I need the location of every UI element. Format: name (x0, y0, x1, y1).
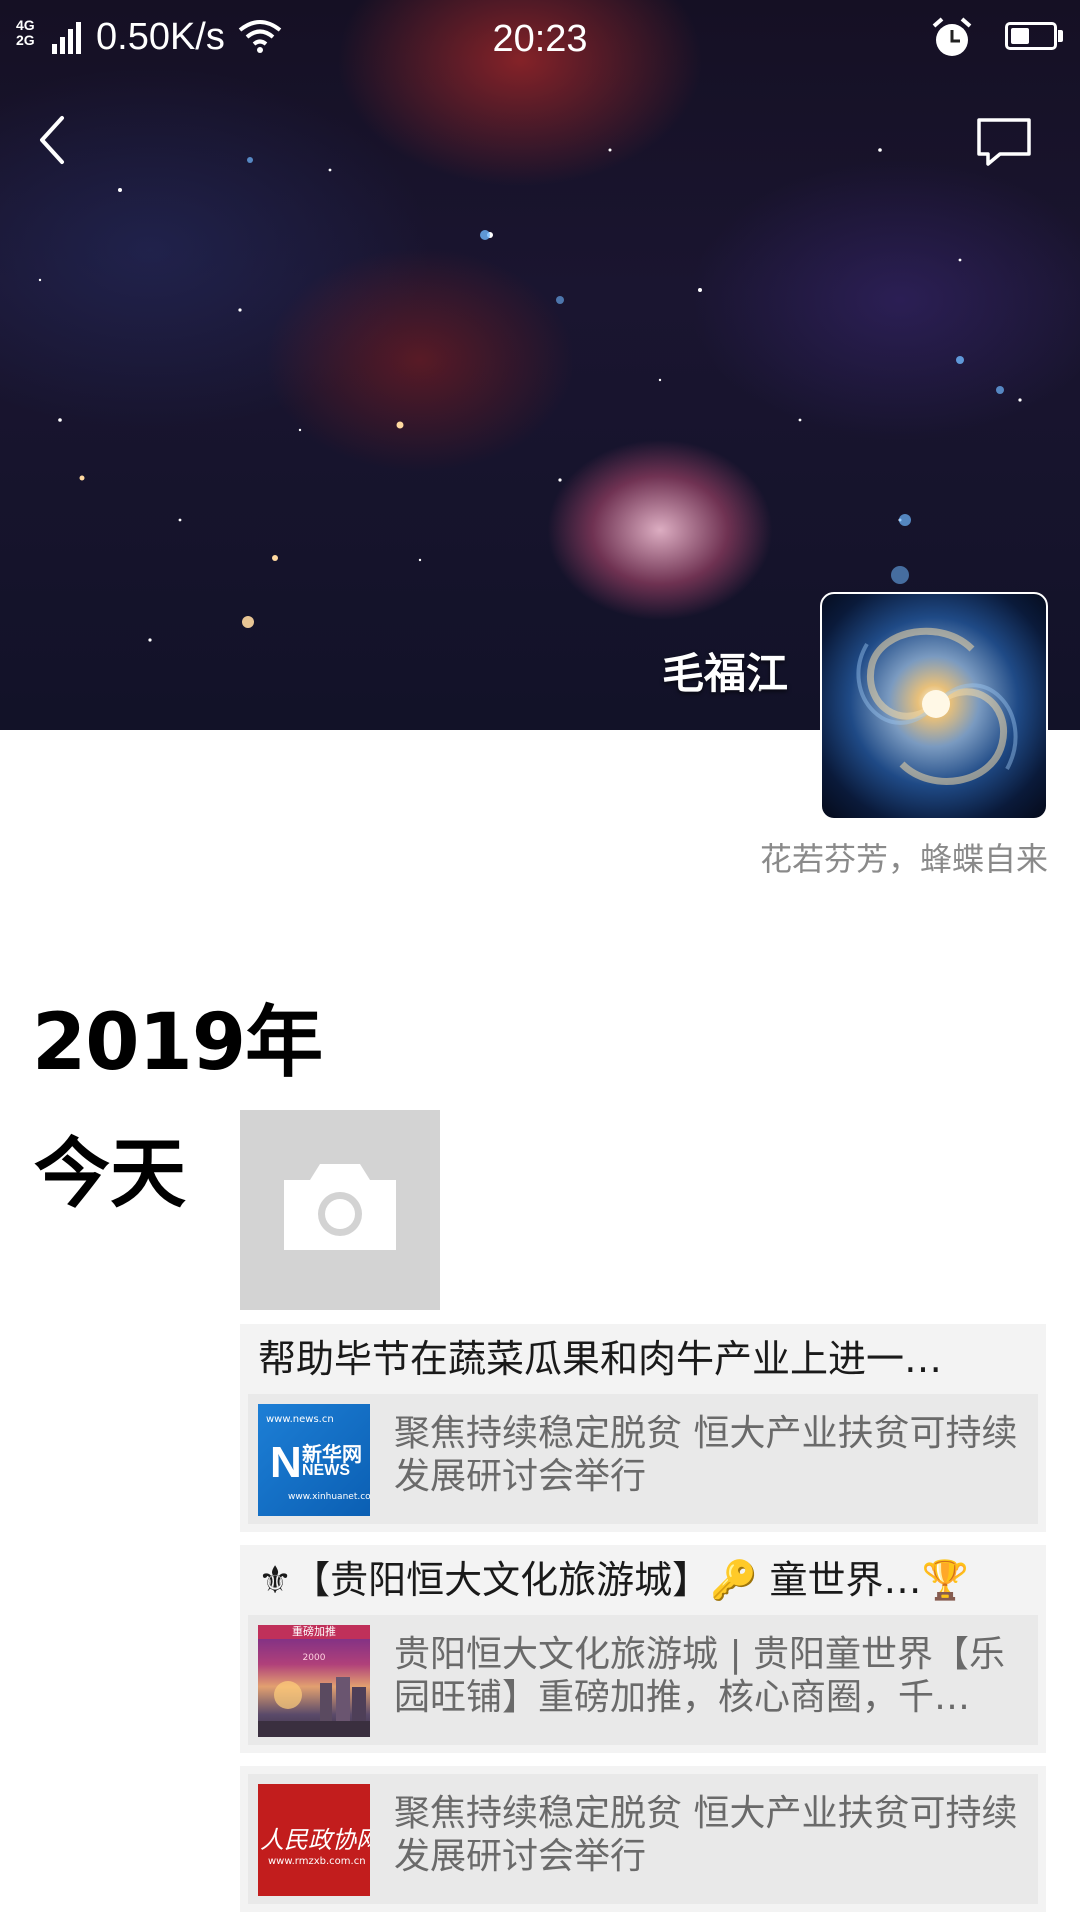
battery-level (1011, 28, 1029, 44)
status-bar: 4G 2G 0.50K/s 20:23 (0, 0, 1080, 80)
profile-signature: 花若芬芳，蜂蝶自来 (759, 840, 1048, 878)
galaxy-image (856, 627, 1018, 785)
shared-link-card[interactable]: 重磅加推 2000 贵阳恒大文化旅游城 | 贵阳童世界【乐园旺铺】重磅加推，核心… (248, 1615, 1038, 1745)
rmzxb-logo: 人民政协网 www.rmzxb.com.cn (258, 1784, 370, 1896)
xinhua-logo: www.news.cn N 新华网 NEWS www.xinhuanet.com (258, 1404, 370, 1516)
year-header: 2019年 (32, 998, 323, 1088)
profile-name[interactable]: 毛福江 (662, 640, 788, 701)
city-promo-thumbnail: 重磅加推 2000 (258, 1625, 370, 1737)
thumb-url-2: www.xinhuanet.com (288, 1492, 370, 1502)
post-title: 帮助毕节在蔬菜瓜果和肉牛产业上进一… (258, 1337, 943, 1381)
battery-icon (1005, 22, 1057, 50)
shared-link-card[interactable]: www.news.cn N 新华网 NEWS www.xinhuanet.com… (248, 1394, 1038, 1524)
post-title: ⚜【贵阳恒大文化旅游城】🔑 童世界…🏆 (258, 1558, 969, 1602)
post-item[interactable]: 人民政协网 www.rmzxb.com.cn 聚焦持续稳定脱贫 恒大产业扶贫可持… (240, 1766, 1046, 1912)
clock: 20:23 (492, 18, 588, 60)
thumb-brand: 人民政协网 (260, 1826, 370, 1854)
link-title: 聚焦持续稳定脱贫 恒大产业扶贫可持续发展研讨会举行 (394, 1793, 1018, 1877)
battery-tip (1058, 30, 1063, 42)
thumb-sub: NEWS (302, 1462, 350, 1479)
shared-link-card[interactable]: 人民政协网 www.rmzxb.com.cn 聚焦持续稳定脱贫 恒大产业扶贫可持… (248, 1774, 1038, 1904)
day-label: 今天 (34, 1129, 186, 1218)
camera-icon (284, 1164, 396, 1250)
thumb-letter: N (270, 1438, 302, 1487)
link-title: 贵阳恒大文化旅游城 | 贵阳童世界【乐园旺铺】重磅加推，核心商圈，千… (394, 1634, 1006, 1718)
post-item[interactable]: 帮助毕节在蔬菜瓜果和肉牛产业上进一… www.news.cn N 新华网 NEW… (240, 1324, 1046, 1532)
avatar[interactable] (820, 592, 1048, 820)
speech-bubble-icon[interactable] (974, 114, 1034, 170)
city-skyline (258, 1677, 370, 1737)
new-post-button[interactable] (240, 1110, 440, 1310)
chevron-left-icon[interactable] (32, 112, 76, 168)
thumb-url: www.news.cn (266, 1414, 334, 1425)
link-title: 聚焦持续稳定脱贫 恒大产业扶贫可持续发展研讨会举行 (394, 1413, 1018, 1497)
alarm-icon (932, 17, 972, 56)
thumb-url: www.rmzxb.com.cn (268, 1856, 366, 1867)
post-item[interactable]: ⚜【贵阳恒大文化旅游城】🔑 童世界…🏆 重磅加推 2000 贵阳恒大文化旅游城 … (240, 1545, 1046, 1753)
